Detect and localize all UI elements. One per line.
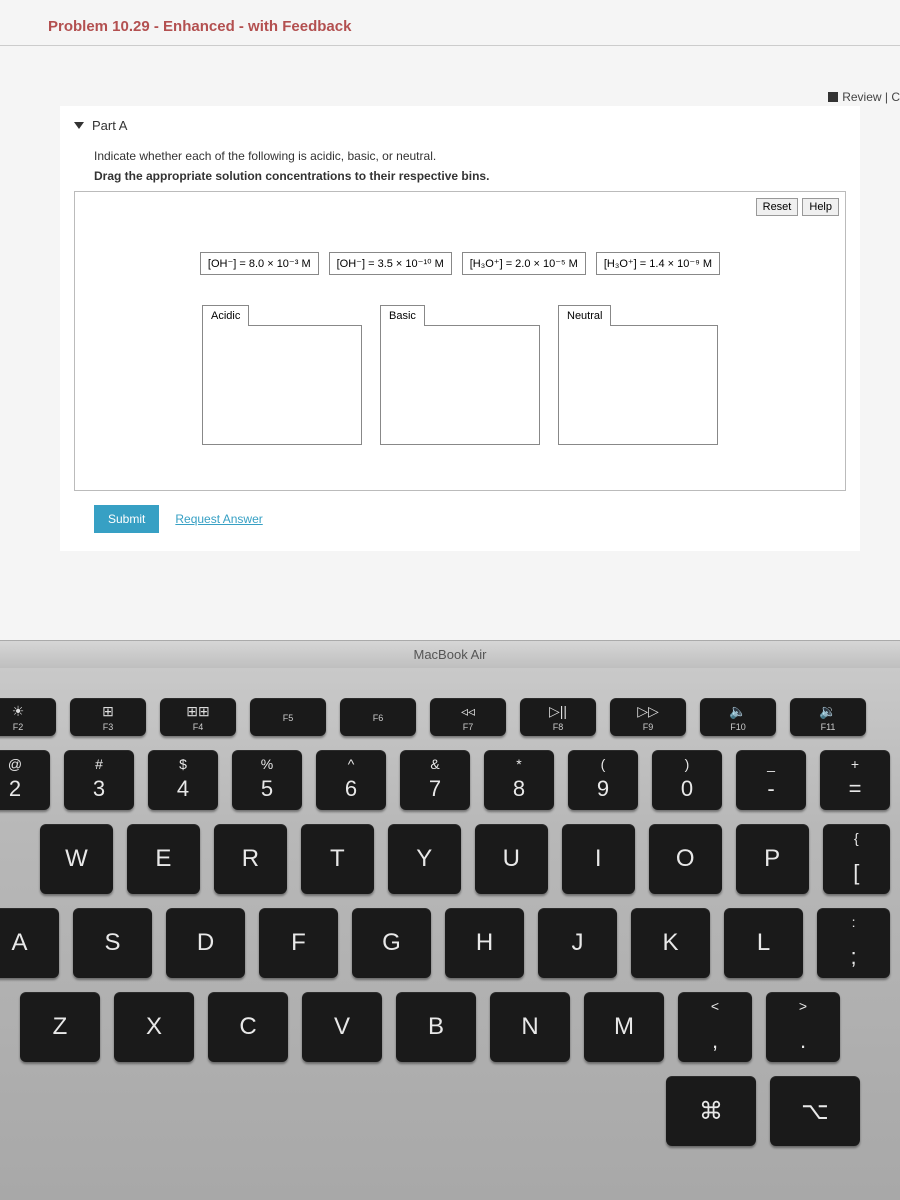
key-x: X (114, 992, 194, 1062)
key-5: %5 (232, 750, 302, 810)
key-f11: 🔉F11 (790, 698, 866, 736)
key-a: A (0, 908, 59, 978)
key-f10: 🔈F10 (700, 698, 776, 736)
instruction-bold: Drag the appropriate solution concentrat… (94, 169, 846, 183)
key-w: W (40, 824, 113, 894)
bin-acidic[interactable]: Acidic (202, 305, 362, 450)
keyboard: ☀F2 ⊞F3 ⊞⊞F4 F5 F6 ◃◃F7 ▷||F8 ▷▷F9 🔈F10 🔉F11 @2#3… (0, 668, 900, 1200)
key-8: *8 (484, 750, 554, 810)
key-z: Z (20, 992, 100, 1062)
bin-dropzone[interactable] (202, 325, 362, 445)
key-bracket: {[ (823, 824, 890, 894)
bin-label: Basic (380, 305, 425, 326)
flag-icon (828, 92, 838, 102)
key-f8: ▷||F8 (520, 698, 596, 736)
key-e: E (127, 824, 200, 894)
help-button[interactable]: Help (802, 198, 839, 216)
key-l: L (724, 908, 803, 978)
review-label: Review | C (842, 90, 900, 104)
key-f9: ▷▷F9 (610, 698, 686, 736)
key-option: ⌥ (770, 1076, 860, 1146)
key-0: )0 (652, 750, 722, 810)
key-k: K (631, 908, 710, 978)
key-s: S (73, 908, 152, 978)
key-9: (9 (568, 750, 638, 810)
bin-basic[interactable]: Basic (380, 305, 540, 450)
key-p: P (736, 824, 809, 894)
key-period: >. (766, 992, 840, 1062)
draggable-item[interactable]: [H₃O⁺] = 1.4 × 10⁻⁹ M (596, 252, 720, 275)
part-label: Part A (92, 118, 127, 133)
key-g: G (352, 908, 431, 978)
key-f3: ⊞F3 (70, 698, 146, 736)
key-b: B (396, 992, 476, 1062)
key-r: R (214, 824, 287, 894)
bin-label: Neutral (558, 305, 611, 326)
bin-dropzone[interactable] (380, 325, 540, 445)
key-6: ^6 (316, 750, 386, 810)
key-i: I (562, 824, 635, 894)
key-t: T (301, 824, 374, 894)
key-7: &7 (400, 750, 470, 810)
part-a-container: Part A Indicate whether each of the foll… (60, 106, 860, 551)
key-command (666, 1076, 756, 1146)
bin-label: Acidic (202, 305, 249, 326)
review-link[interactable]: Review | C (828, 90, 900, 104)
request-answer-link[interactable]: Request Answer (175, 512, 262, 526)
bin-neutral[interactable]: Neutral (558, 305, 718, 450)
laptop-hinge-label: MacBook Air (0, 640, 900, 668)
key-d: D (166, 908, 245, 978)
reset-button[interactable]: Reset (756, 198, 799, 216)
draggable-item[interactable]: [H₃O⁺] = 2.0 × 10⁻⁵ M (462, 252, 586, 275)
key-j: J (538, 908, 617, 978)
key-o: O (649, 824, 722, 894)
key-f2: ☀F2 (0, 698, 56, 736)
bin-dropzone[interactable] (558, 325, 718, 445)
key-=: += (820, 750, 890, 810)
key-f: F (259, 908, 338, 978)
problem-title: Problem 10.29 - Enhanced - with Feedback (0, 10, 900, 46)
key-comma: <, (678, 992, 752, 1062)
submit-button[interactable]: Submit (94, 505, 159, 533)
key-2: @2 (0, 750, 50, 810)
key-4: $4 (148, 750, 218, 810)
key-3: #3 (64, 750, 134, 810)
command-icon (699, 1097, 723, 1126)
key--: _- (736, 750, 806, 810)
key-f4: ⊞⊞F4 (160, 698, 236, 736)
key-v: V (302, 992, 382, 1062)
key-f6: F6 (340, 698, 416, 736)
key-n: N (490, 992, 570, 1062)
chevron-down-icon (74, 122, 84, 129)
key-semicolon: :; (817, 908, 890, 978)
key-u: U (475, 824, 548, 894)
work-area: Reset Help [OH⁻] = 8.0 × 10⁻³ M [OH⁻] = … (74, 191, 846, 491)
draggable-item[interactable]: [OH⁻] = 8.0 × 10⁻³ M (200, 252, 319, 275)
part-header[interactable]: Part A (74, 118, 846, 133)
key-y: Y (388, 824, 461, 894)
key-m: M (584, 992, 664, 1062)
key-f5: F5 (250, 698, 326, 736)
key-f7: ◃◃F7 (430, 698, 506, 736)
instruction-text: Indicate whether each of the following i… (94, 149, 846, 163)
key-c: C (208, 992, 288, 1062)
key-h: H (445, 908, 524, 978)
draggable-item[interactable]: [OH⁻] = 3.5 × 10⁻¹⁰ M (329, 252, 452, 275)
